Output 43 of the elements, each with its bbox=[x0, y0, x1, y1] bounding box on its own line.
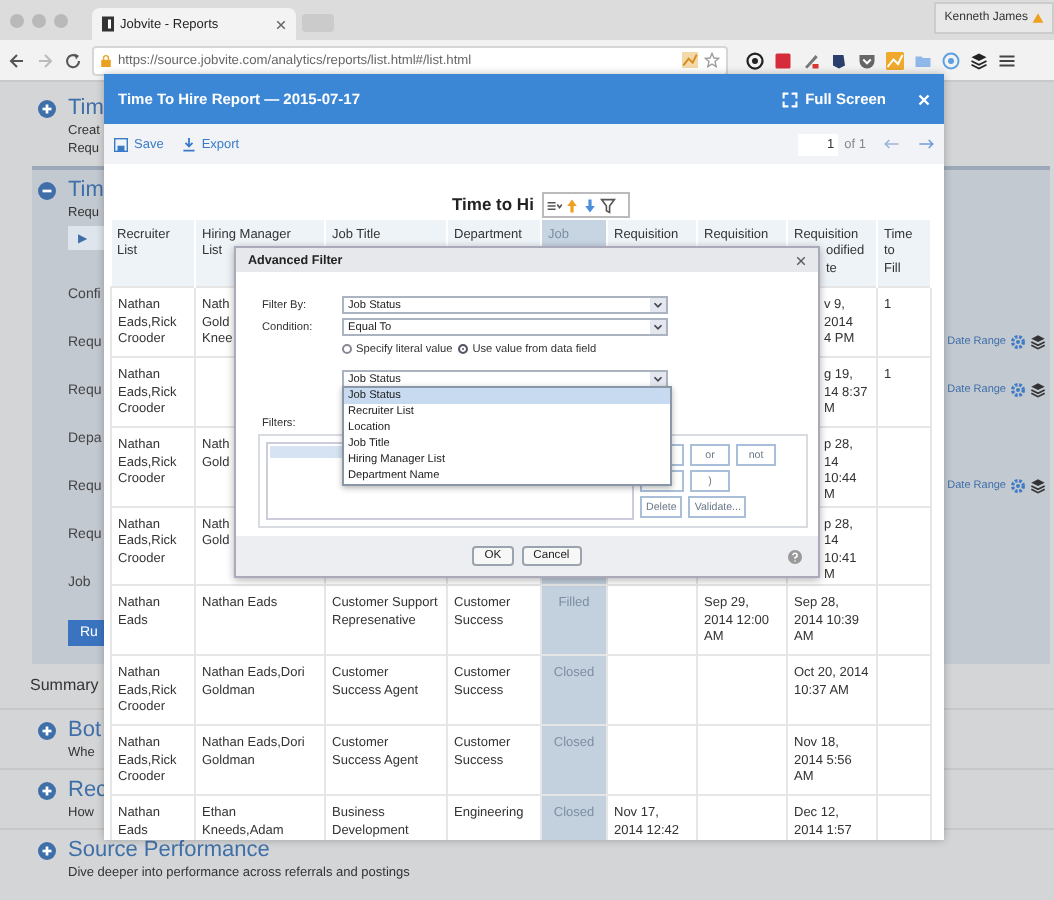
layers-icon[interactable] bbox=[1030, 478, 1046, 494]
star-icon[interactable] bbox=[704, 52, 720, 68]
radio-button[interactable] bbox=[342, 344, 352, 354]
download-icon bbox=[181, 137, 196, 151]
page-favicon bbox=[102, 16, 114, 32]
sort-descending-icon[interactable] bbox=[582, 197, 598, 213]
caret-icon bbox=[650, 320, 666, 334]
section-title[interactable]: Tim bbox=[68, 178, 104, 202]
next-page-icon[interactable] bbox=[918, 138, 934, 150]
close-icon[interactable] bbox=[276, 19, 286, 29]
layers-icon[interactable] bbox=[1030, 334, 1046, 350]
caret-icon bbox=[650, 298, 666, 312]
filter-icon[interactable] bbox=[600, 197, 616, 213]
expand-icon[interactable] bbox=[38, 781, 56, 799]
lock-icon bbox=[100, 53, 112, 67]
expand-icon bbox=[781, 91, 798, 107]
shield-icon[interactable] bbox=[830, 51, 848, 69]
section-title[interactable]: Bot bbox=[68, 718, 102, 742]
target-icon[interactable] bbox=[746, 51, 764, 69]
expand-icon[interactable] bbox=[38, 99, 56, 117]
caret-icon bbox=[650, 372, 666, 386]
camera-icon[interactable] bbox=[942, 51, 960, 69]
pocket-icon[interactable] bbox=[858, 51, 876, 69]
help-icon[interactable] bbox=[788, 549, 802, 563]
square-icon[interactable] bbox=[774, 51, 792, 69]
summary-heading: Summary bbox=[28, 674, 99, 698]
back-icon[interactable] bbox=[8, 51, 26, 69]
warning-icon bbox=[1032, 12, 1044, 24]
menu-icon[interactable] bbox=[546, 197, 562, 213]
floppy-icon bbox=[114, 137, 128, 151]
layers-icon[interactable] bbox=[970, 51, 988, 69]
section-title[interactable]: Source Performance bbox=[68, 838, 270, 862]
pen-icon[interactable] bbox=[802, 51, 820, 69]
layers-icon[interactable] bbox=[1030, 382, 1046, 398]
report-title: Time to Hi bbox=[452, 194, 534, 214]
close-icon[interactable] bbox=[796, 255, 806, 265]
expand-icon[interactable] bbox=[38, 841, 56, 859]
reload-icon[interactable] bbox=[64, 51, 82, 69]
expand-icon[interactable] bbox=[38, 721, 56, 739]
section-title[interactable]: Tim bbox=[68, 96, 104, 120]
menu-icon[interactable] bbox=[998, 51, 1016, 69]
radio-button[interactable] bbox=[458, 344, 469, 354]
collapse-icon[interactable] bbox=[38, 181, 56, 199]
